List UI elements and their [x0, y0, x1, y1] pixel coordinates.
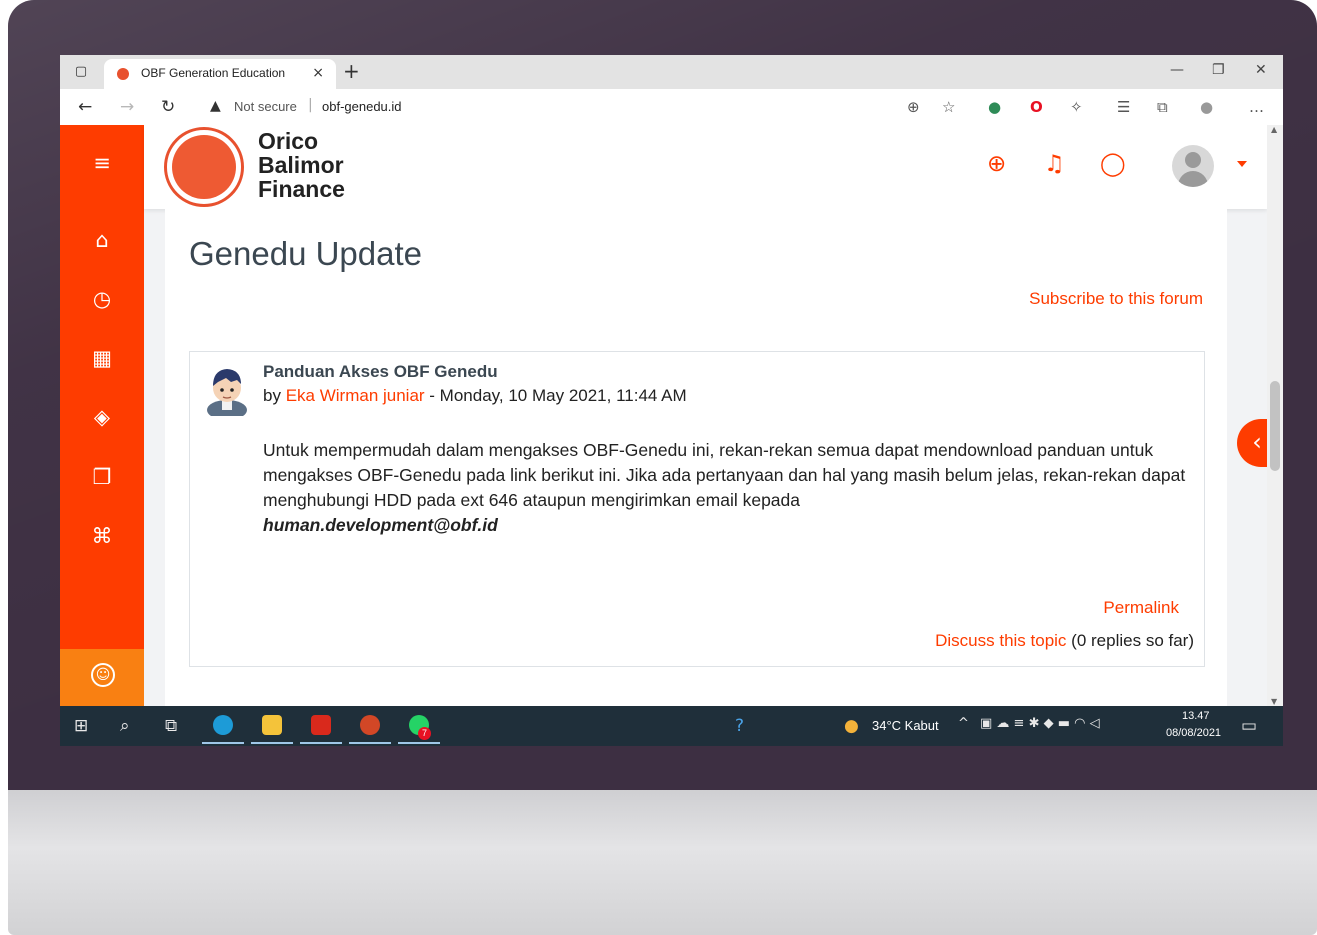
scrollbar-thumb[interactable]	[1270, 381, 1280, 471]
task-view-icon[interactable]: ⧉	[165, 716, 177, 736]
scroll-down-icon[interactable]: ▼	[1271, 697, 1277, 706]
add-favorite-icon[interactable]: ☆	[942, 98, 955, 116]
bell-icon[interactable]: ♫	[1044, 151, 1065, 177]
discussion-footer: Discuss this topic (0 replies so far)	[935, 631, 1194, 651]
post-body: Untuk mempermudah dalam mengakses OBF-Ge…	[263, 438, 1193, 538]
close-window-icon[interactable]: ✕	[1255, 62, 1267, 78]
url-text: obf-genedu.id	[322, 99, 402, 114]
tab-actions-icon[interactable]: ▢	[72, 63, 90, 81]
tray-icons[interactable]: ▣ ☁ ≡ ✱ ◆ ▬ ◠ ◁	[980, 716, 1100, 731]
whatsapp-badge: 7	[418, 727, 431, 740]
acrobat-app[interactable]	[298, 708, 344, 744]
refresh-icon[interactable]: ↻	[161, 97, 175, 117]
favorites-icon[interactable]: ☰	[1117, 98, 1130, 116]
whatsapp-app[interactable]	[396, 708, 442, 744]
back-icon[interactable]: ←	[78, 97, 92, 117]
logo-line-1: Orico	[258, 128, 319, 154]
layers-icon[interactable]: ◈	[60, 405, 144, 429]
search-icon[interactable]: ⌕	[120, 716, 130, 736]
language-icon[interactable]: ⊕	[987, 151, 1006, 177]
clock-time[interactable]: 13.47	[1182, 710, 1210, 722]
address-bar: ← → ↻ ▲ Not secure | obf-genedu.id ⊕ ☆ ●…	[60, 89, 1283, 126]
chevron-down-icon[interactable]	[1237, 161, 1247, 167]
more-icon[interactable]: …	[1249, 98, 1264, 116]
author-avatar[interactable]	[204, 362, 250, 416]
logo-line-3: Finance	[258, 176, 345, 202]
edge-app[interactable]	[200, 708, 246, 744]
calendar-icon[interactable]: ▦	[60, 346, 144, 370]
sidebar-footer: ☺	[60, 649, 144, 706]
clock-date[interactable]: 08/08/2021	[1166, 727, 1221, 739]
edge-icon	[213, 715, 233, 735]
post-meta: by Eka Wirman juniar - Monday, 10 May 20…	[263, 386, 687, 406]
monitor-base	[8, 790, 1317, 935]
favicon-icon	[117, 68, 129, 80]
collections-icon[interactable]: ⧉	[1157, 98, 1168, 116]
logo-mark[interactable]	[164, 127, 244, 207]
subscribe-link[interactable]: Subscribe to this forum	[1029, 289, 1203, 309]
courses-icon[interactable]: ⌘	[60, 524, 144, 548]
powerpoint-app[interactable]	[347, 708, 393, 744]
powerpoint-icon	[360, 715, 380, 735]
discuss-link[interactable]: Discuss this topic	[935, 631, 1066, 650]
weather-icon[interactable]: ●	[844, 716, 859, 736]
dashboard-icon[interactable]: ◷	[60, 287, 144, 311]
drawer-toggle-button[interactable]: ‹	[1237, 419, 1267, 467]
forward-icon[interactable]: →	[120, 97, 134, 117]
help-icon[interactable]: ?	[735, 716, 744, 736]
by-label: by	[263, 386, 281, 405]
post-subject[interactable]: Panduan Akses OBF Genedu	[263, 362, 498, 382]
windows-start-icon[interactable]: ⊞	[74, 716, 88, 736]
accessibility-icon[interactable]: ☺	[91, 663, 115, 687]
files-icon[interactable]: ❐	[60, 465, 144, 489]
new-tab-button[interactable]: +	[343, 59, 360, 83]
logo-line-2: Balimor	[258, 152, 344, 178]
screen: ▢ OBF Generation Education × + — ❐ ✕ ← →…	[60, 55, 1283, 746]
profile-icon[interactable]: ●	[1200, 98, 1213, 116]
opera-extension-icon[interactable]: O	[1030, 98, 1043, 116]
weather-text[interactable]: 34°C Kabut	[872, 718, 939, 733]
menu-icon[interactable]: ≡	[60, 151, 144, 175]
post-body-text: Untuk mempermudah dalam mengakses OBF-Ge…	[263, 440, 1186, 510]
restore-icon[interactable]: ❐	[1212, 62, 1225, 78]
logo-text[interactable]: Orico Balimor Finance	[258, 129, 345, 201]
tab-title: OBF Generation Education	[141, 66, 286, 80]
acrobat-icon	[311, 715, 331, 735]
post-date: - Monday, 10 May 2021, 11:44 AM	[424, 386, 687, 405]
extensions-icon[interactable]: ✧	[1070, 98, 1083, 116]
close-tab-icon[interactable]: ×	[312, 65, 324, 81]
home-icon[interactable]: ⌂	[60, 228, 144, 252]
avatar[interactable]	[1172, 145, 1214, 187]
page: ≡ ⌂ ◷ ▦ ◈ ❐ ⌘ ☺ Orico Balimor Finance ⊕ …	[60, 125, 1267, 706]
message-icon[interactable]: ◯	[1100, 151, 1126, 177]
url-field[interactable]: ▲ Not secure | obf-genedu.id	[200, 94, 960, 120]
notification-icon[interactable]: ▭	[1241, 716, 1257, 736]
warning-icon: ▲	[210, 98, 221, 114]
forum-post: Panduan Akses OBF Genedu by Eka Wirman j…	[189, 351, 1205, 667]
page-title: Genedu Update	[189, 235, 423, 272]
security-label: Not secure	[234, 99, 297, 114]
replies-count: (0 replies so far)	[1071, 631, 1194, 650]
zoom-icon[interactable]: ⊕	[907, 98, 920, 116]
file-explorer-app[interactable]	[249, 708, 295, 744]
tab-strip: ▢ OBF Generation Education × + — ❐ ✕	[60, 55, 1283, 89]
permalink-link[interactable]: Permalink	[1103, 598, 1179, 618]
forum-card: Genedu Update Subscribe to this forum Pa…	[165, 209, 1227, 706]
browser-tab[interactable]: OBF Generation Education ×	[104, 59, 336, 89]
chevron-up-icon[interactable]: ^	[958, 716, 969, 731]
scrollbar[interactable]: ▲ ▼	[1267, 125, 1283, 706]
sidebar: ≡ ⌂ ◷ ▦ ◈ ❐ ⌘ ☺	[60, 125, 144, 706]
extension-globe-icon[interactable]: ●	[988, 98, 1001, 116]
email-text: human.development@obf.id	[263, 515, 498, 535]
scroll-up-icon[interactable]: ▲	[1271, 125, 1277, 134]
url-separator: |	[308, 97, 313, 113]
author-link[interactable]: Eka Wirman juniar	[286, 386, 425, 405]
site-header: Orico Balimor Finance ⊕ ♫ ◯	[144, 125, 1267, 209]
folder-icon	[262, 715, 282, 735]
minimize-icon[interactable]: —	[1170, 62, 1184, 78]
taskbar: ⊞ ⌕ ⧉ 7 ? ● 34°C Kabut ^ ▣ ☁ ≡ ✱ ◆ ▬ ◠ ◁…	[60, 706, 1283, 746]
